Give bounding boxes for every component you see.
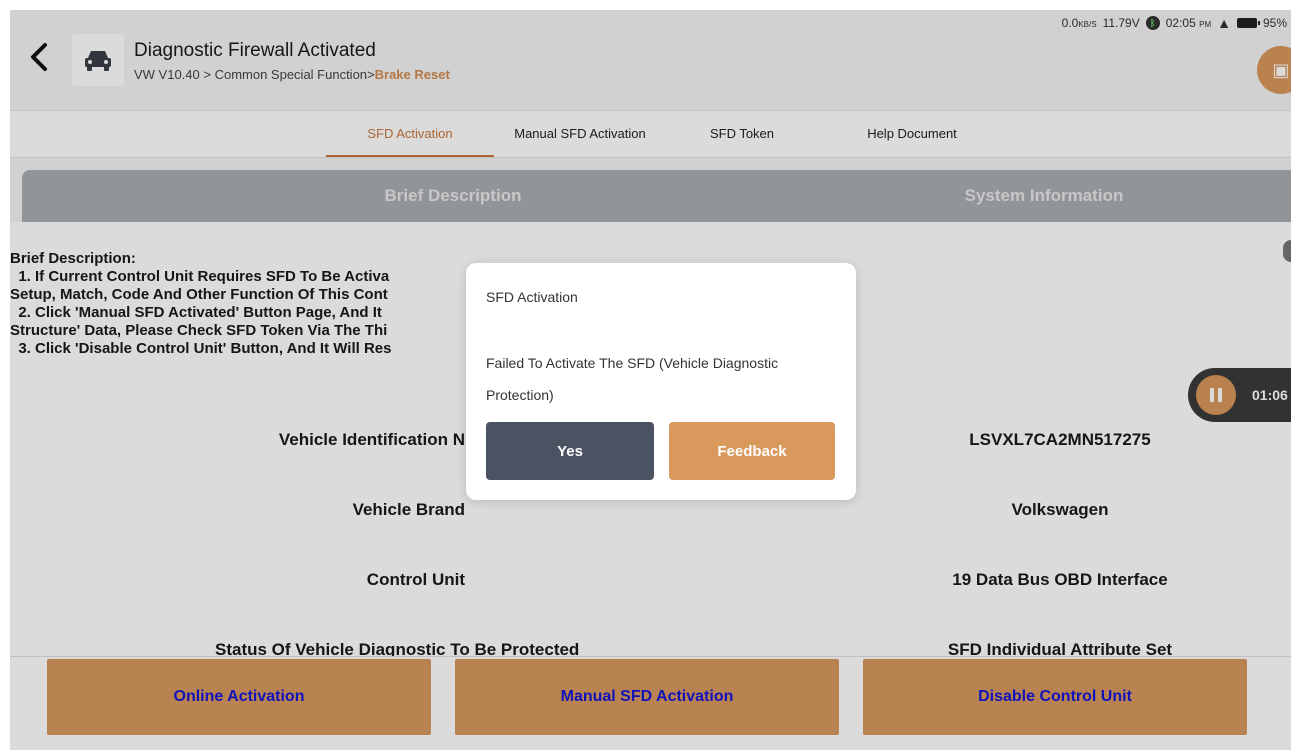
yes-button[interactable]: Yes — [486, 422, 654, 480]
dialog-title: SFD Activation — [486, 289, 578, 305]
sfd-activation-dialog: SFD Activation Failed To Activate The SF… — [466, 263, 856, 500]
feedback-button[interactable]: Feedback — [669, 422, 835, 480]
dialog-message: Failed To Activate The SFD (Vehicle Diag… — [486, 355, 779, 403]
